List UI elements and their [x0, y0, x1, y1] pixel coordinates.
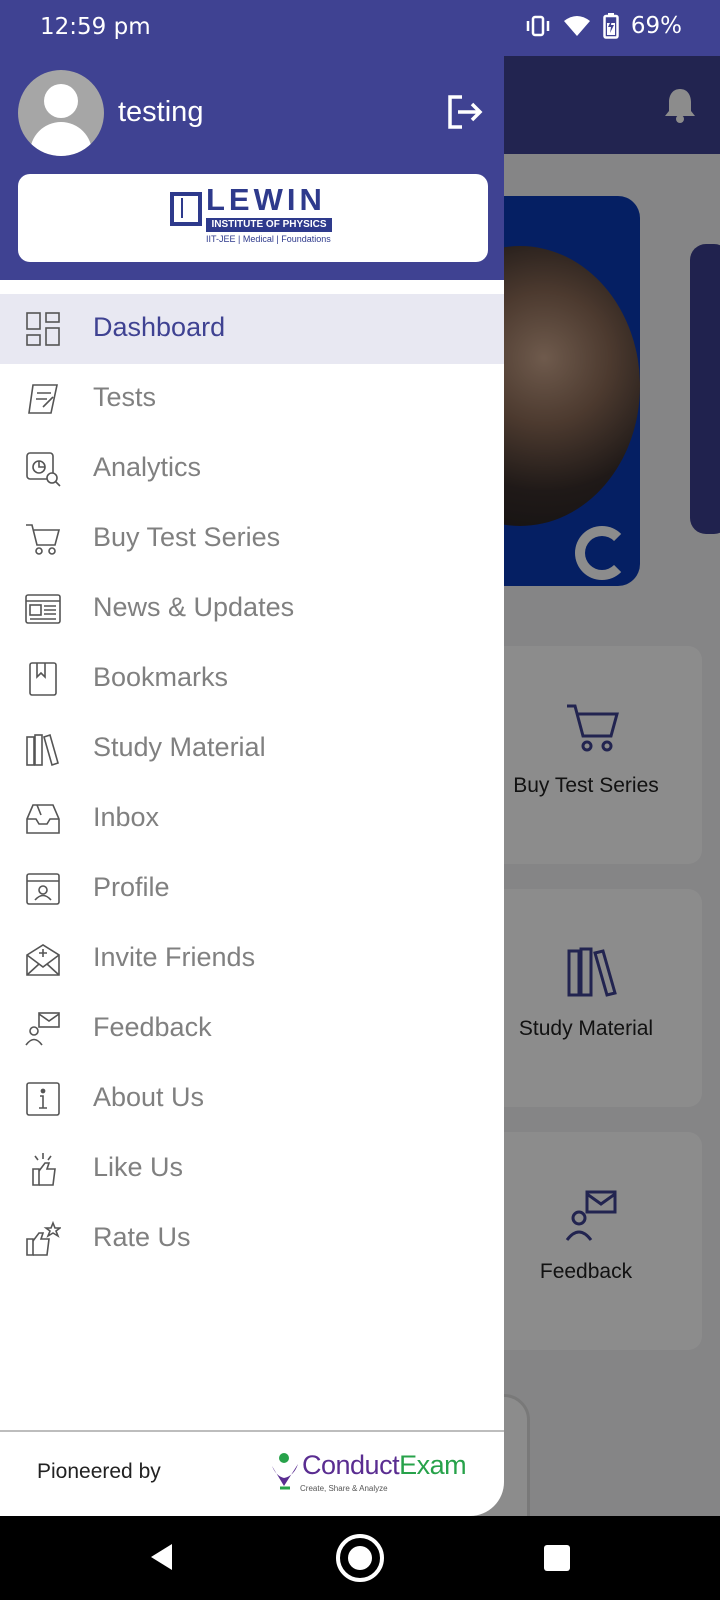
drawer-footer: Pioneered by ConductExam Create, Share &… — [0, 1430, 504, 1516]
conductexam-brand[interactable]: ConductExam — [302, 1450, 467, 1481]
menu-label: Rate Us — [93, 1222, 191, 1252]
navigation-drawer: testing LEWIN INSTITUTE OF PHYSICS IIT-J… — [0, 56, 504, 1516]
menu-item-about-us[interactable]: About Us — [0, 1064, 504, 1134]
menu-item-news-updates[interactable]: News & Updates — [0, 574, 504, 644]
tests-icon — [28, 384, 58, 414]
feedback-icon — [25, 1012, 60, 1046]
menu-item-tests[interactable]: Tests — [0, 364, 504, 434]
battery-percent: 69% — [630, 13, 682, 39]
menu-item-dashboard[interactable]: Dashboard — [0, 294, 504, 364]
menu-label: Study Material — [93, 732, 266, 762]
menu-item-analytics[interactable]: Analytics — [0, 434, 504, 504]
menu-item-invite-friends[interactable]: Invite Friends — [0, 924, 504, 994]
status-time: 12:59 pm — [40, 14, 151, 40]
invite-icon — [26, 944, 60, 976]
logo-subtitle: INSTITUTE OF PHYSICS — [206, 218, 332, 232]
menu-item-inbox[interactable]: Inbox — [0, 784, 504, 854]
menu-label: Invite Friends — [93, 942, 256, 972]
menu-label: Tests — [93, 382, 157, 412]
back-icon[interactable] — [148, 1542, 174, 1572]
menu-item-study-material[interactable]: Study Material — [0, 714, 504, 784]
cart-icon — [26, 524, 61, 555]
analytics-icon — [26, 452, 61, 487]
menu-label: About Us — [93, 1082, 205, 1112]
menu-item-profile[interactable]: Profile — [0, 854, 504, 924]
dashboard-icon — [26, 312, 60, 346]
avatar[interactable] — [18, 70, 104, 156]
menu-label: Like Us — [93, 1152, 184, 1182]
menu-label: Buy Test Series — [93, 522, 281, 552]
pioneered-by-label: Pioneered by — [37, 1460, 161, 1483]
battery-icon — [603, 13, 619, 39]
brand-conduct: Conduct — [302, 1450, 400, 1480]
institute-logo: LEWIN INSTITUTE OF PHYSICS IIT-JEE | Med… — [18, 174, 488, 262]
avatar-head — [44, 84, 78, 118]
logo-emblem-mark — [181, 198, 191, 218]
drawer-menu: Dashboard Tests Analytics Buy Test Serie… — [0, 294, 504, 1274]
menu-label: Profile — [93, 872, 170, 902]
menu-label: News & Updates — [93, 592, 295, 622]
avatar-body — [30, 122, 92, 156]
system-navigation-bar — [0, 1516, 720, 1600]
menu-label: Analytics — [93, 452, 202, 482]
bookmark-icon — [29, 662, 57, 696]
drawer-header: testing LEWIN INSTITUTE OF PHYSICS IIT-J… — [0, 56, 504, 280]
books-icon — [26, 733, 59, 767]
home-button-icon[interactable] — [336, 1534, 384, 1582]
status-bar: 12:59 pm 69% — [0, 0, 720, 56]
menu-item-feedback[interactable]: Feedback — [0, 994, 504, 1064]
rate-icon — [26, 1221, 61, 1256]
wifi-icon — [563, 16, 590, 36]
menu-label: Feedback — [93, 1012, 212, 1042]
conductexam-logo-icon — [272, 1453, 298, 1490]
username: testing — [118, 96, 204, 128]
logout-icon[interactable] — [446, 94, 484, 130]
inbox-icon — [26, 804, 60, 834]
menu-label: Inbox — [93, 802, 160, 832]
vibrate-icon — [526, 15, 550, 37]
menu-label: Bookmarks — [93, 662, 229, 692]
menu-item-like-us[interactable]: Like Us — [0, 1134, 504, 1204]
brand-exam: Exam — [399, 1450, 467, 1480]
brand-tagline: Create, Share & Analyze — [300, 1484, 388, 1493]
info-icon — [26, 1082, 60, 1116]
recents-icon[interactable] — [544, 1545, 570, 1571]
menu-label: Dashboard — [93, 312, 226, 342]
status-icons: 69% — [525, 13, 682, 39]
menu-item-rate-us[interactable]: Rate Us — [0, 1204, 504, 1274]
menu-item-bookmarks[interactable]: Bookmarks — [0, 644, 504, 714]
logo-tagline: IIT-JEE | Medical | Foundations — [206, 234, 331, 244]
menu-item-buy-test-series[interactable]: Buy Test Series — [0, 504, 504, 574]
like-icon — [32, 1153, 56, 1186]
news-icon — [25, 594, 61, 624]
logo-title: LEWIN — [206, 182, 326, 217]
profile-icon — [26, 873, 60, 905]
